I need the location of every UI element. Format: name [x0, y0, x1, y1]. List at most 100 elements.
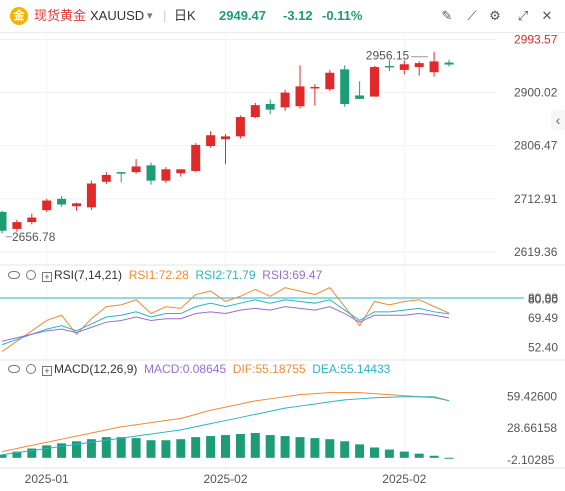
chart-header: 金 现货黄金 XAUUSD ▾ | 日K 2949.47 -3.12 -0.11…: [0, 0, 565, 33]
candle-body: [235, 117, 245, 137]
macd-tick-label: 59.42600: [507, 389, 557, 403]
draw-line-icon[interactable]: ✎: [437, 6, 457, 26]
candle-body: [116, 172, 126, 174]
candle-body: [340, 69, 350, 104]
candle-body: [265, 103, 275, 110]
macd-tick-label: 28.66158: [507, 421, 557, 435]
macd-histogram-bar: [176, 439, 186, 458]
current-price: 2949.47: [219, 8, 266, 23]
macd-histogram-bar: [235, 434, 245, 458]
expand-icon[interactable]: +: [42, 272, 52, 282]
time-tick-label: 2025-02: [203, 472, 247, 486]
trend-tool-icon[interactable]: ⟋: [462, 6, 482, 26]
candle-body: [384, 65, 394, 68]
rsi-tick-label: 69.49: [528, 311, 558, 325]
candle-body: [206, 135, 216, 147]
fullscreen-icon[interactable]: ⤢: [513, 6, 533, 26]
candle-body: [295, 86, 305, 107]
macd-histogram-bar: [295, 437, 305, 458]
low-annotation: 2656.78: [12, 230, 56, 244]
macd-histogram-bar: [399, 451, 409, 458]
symbol-dropdown-icon[interactable]: ▾: [147, 8, 153, 24]
instrument-name[interactable]: 现货黄金: [34, 8, 86, 24]
dea-name: DEA: [312, 362, 337, 376]
candle-body: [370, 67, 379, 97]
macd-value: 0.08645: [182, 362, 227, 376]
candle-body: [414, 63, 424, 68]
rsi2-name: RSI2: [195, 268, 223, 282]
dif-value: 55.18755: [255, 362, 306, 376]
macd-histogram-bar: [116, 437, 126, 458]
candle-body: [0, 211, 7, 231]
price-change-percent: -0.11%: [322, 8, 363, 23]
rsi1-value: 72.28: [158, 268, 189, 282]
price-change: -3.12: [283, 8, 313, 23]
price-tick-label: 2712.91: [514, 192, 558, 206]
time-tick-label: 2025-02: [382, 472, 426, 486]
candle-body: [86, 183, 96, 208]
rsi-tick-label: 80.98: [528, 291, 558, 305]
candle-body: [250, 105, 260, 118]
macd-histogram-bar: [131, 438, 141, 458]
candle-body: [399, 64, 409, 70]
eye-icon[interactable]: [8, 271, 20, 279]
high-annotation: 2956.15: [366, 49, 410, 63]
rsi-title: RSI(7,14,21): [54, 268, 123, 282]
macd-histogram-bar: [206, 436, 216, 458]
candle-body: [27, 217, 37, 223]
macd-histogram-bar: [0, 454, 7, 458]
macd-histogram-bar: [310, 438, 320, 458]
rsi-legend: + RSI(7,14,21) RSI1:72.28 RSI2:71.79 RSI3…: [8, 268, 322, 282]
rsi3-name: RSI3: [262, 268, 289, 282]
candle-body: [429, 61, 439, 73]
candle-body: [221, 136, 230, 140]
candle-body: [355, 95, 365, 99]
macd-histogram-bar: [384, 449, 394, 458]
macd-histogram-bar: [250, 432, 260, 458]
price-tick-label: 2900.02: [514, 86, 558, 100]
candle-body: [101, 174, 111, 182]
macd-legend: + MACD(12,26,9) MACD:0.08645 DIF:55.18755…: [8, 362, 390, 376]
gold-logo-icon: 金: [10, 7, 28, 25]
candle-body: [325, 72, 335, 90]
macd-histogram-bar: [221, 435, 230, 458]
gear-icon[interactable]: [26, 270, 36, 280]
candle-body: [146, 165, 156, 181]
macd-histogram-bar: [444, 457, 454, 459]
macd-histogram-bar: [280, 436, 290, 458]
macd-histogram-bar: [429, 455, 439, 458]
interval-selector[interactable]: 日K: [174, 8, 196, 24]
side-panel-toggle-icon[interactable]: ‹: [551, 110, 565, 130]
expand-icon[interactable]: +: [42, 366, 52, 376]
candle-body: [444, 62, 454, 65]
header-divider: |: [163, 8, 167, 23]
time-tick-label: 2025-01: [25, 472, 69, 486]
eye-icon[interactable]: [8, 365, 20, 373]
chart-area[interactable]: 2993.57 2900.02 2806.47 2712.91 2619.36 2025-…: [0, 33, 565, 491]
candle-body: [191, 144, 201, 171]
macd-histogram-bar: [414, 453, 424, 458]
candle-body: [57, 198, 67, 205]
macd-title: MACD(12,26,9): [54, 362, 138, 376]
price-tick-label: 2993.57: [514, 33, 558, 46]
instrument-symbol[interactable]: XAUUSD: [90, 8, 144, 24]
indicator-settings-icon[interactable]: ⚙: [485, 6, 505, 26]
close-icon[interactable]: ✕: [537, 6, 557, 26]
macd-histogram-bar: [161, 440, 171, 458]
gear-icon[interactable]: [26, 364, 36, 374]
candle-body: [280, 92, 290, 108]
macd-tick-label: -2.10285: [507, 453, 555, 467]
macd-histogram-bar: [146, 440, 156, 458]
dea-value: 55.14433: [340, 362, 391, 376]
candle-body: [131, 166, 141, 173]
candle-body: [176, 169, 186, 174]
macd-histogram-bar: [370, 447, 379, 458]
macd-histogram-bar: [325, 439, 335, 458]
candle-body: [12, 222, 22, 229]
macd-histogram-bar: [191, 437, 201, 458]
candle-body: [72, 203, 81, 207]
rsi3-value: 69.47: [292, 268, 323, 282]
rsi-tick-label: 52.40: [528, 340, 558, 354]
candle-body: [161, 169, 171, 181]
candle-body: [42, 200, 52, 211]
